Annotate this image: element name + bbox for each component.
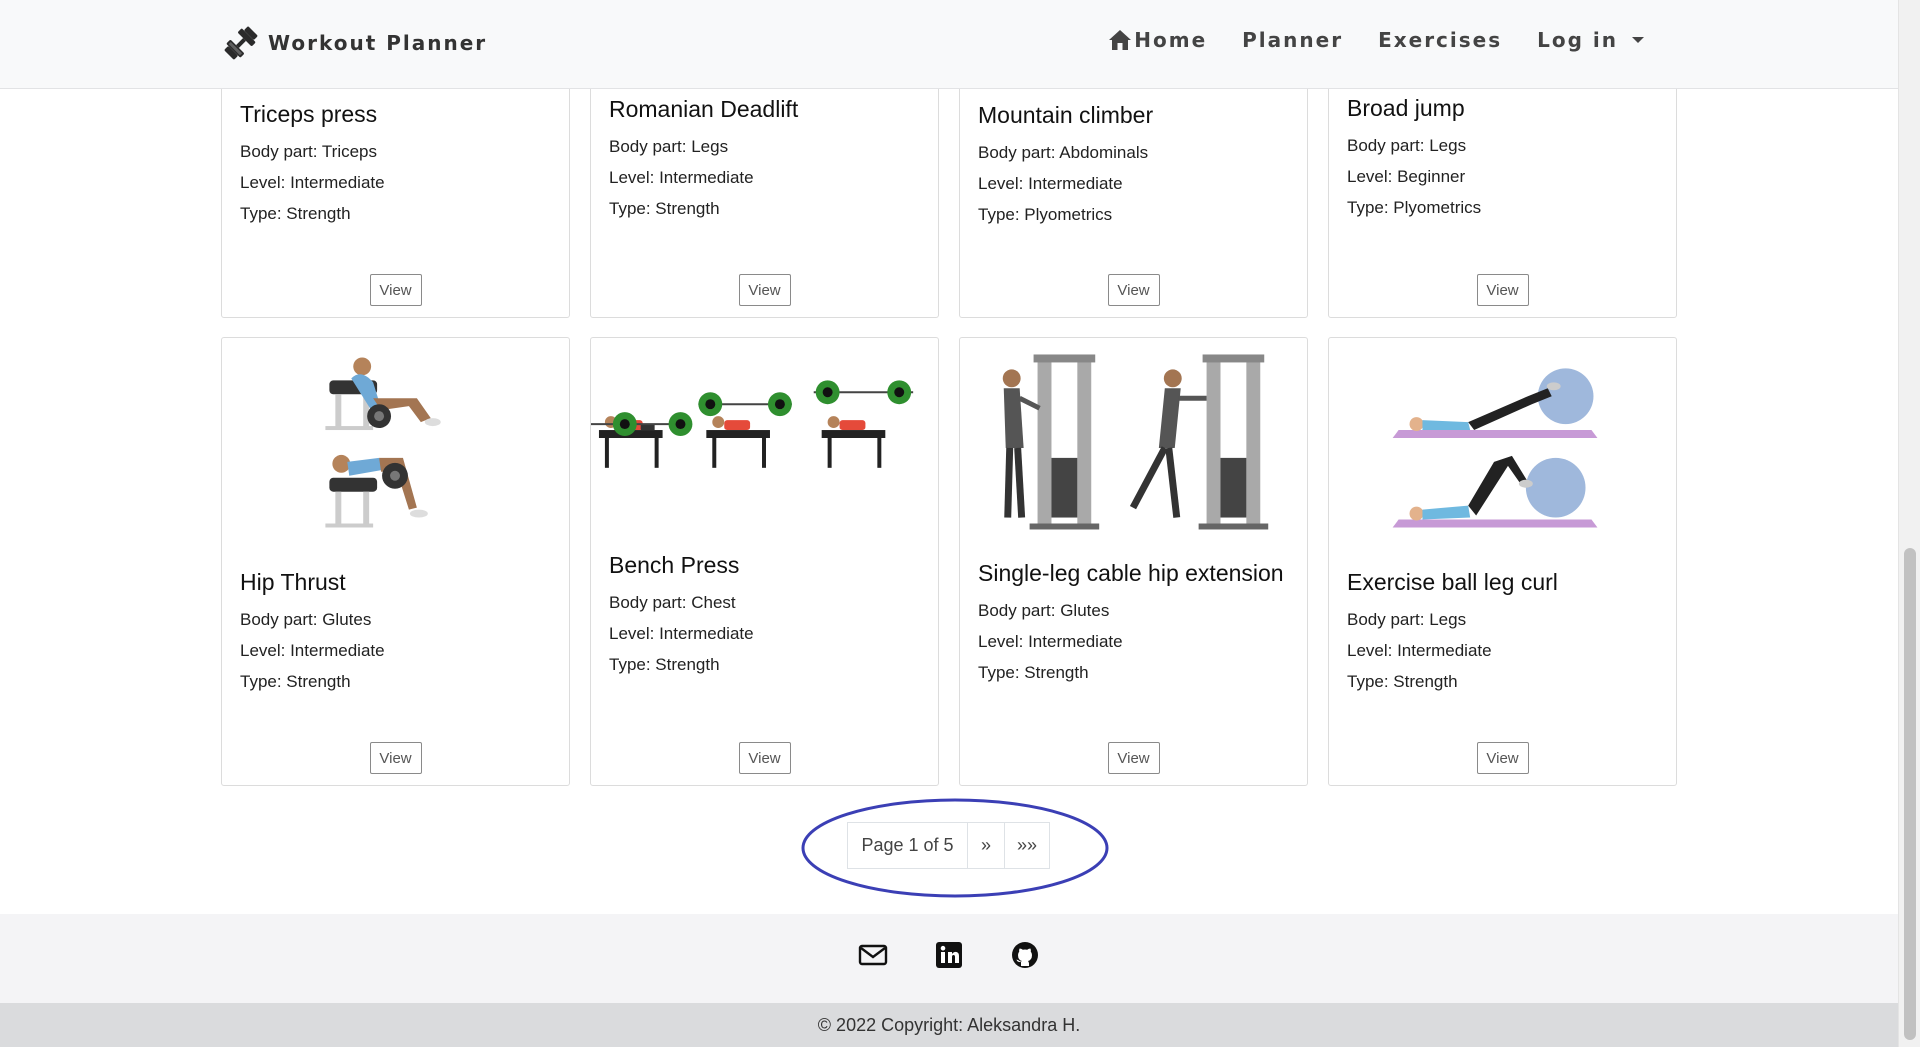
card-type: Type: Strength [609,199,720,218]
hip-thrust-image [325,357,441,528]
card-title: Bench Press [609,552,740,578]
bench-press-image [591,380,914,468]
card-body-part: Body part: Legs [1347,610,1467,629]
exercise-card: Bench Press Body part: Chest Level: Inte… [590,337,939,786]
card-level: Level: Intermediate [609,168,754,187]
exercise-card: Exercise ball leg curl Body part: Legs L… [1328,337,1677,786]
nav-exercises-label: Exercises [1378,28,1503,52]
nav-home-label: Home [1134,28,1208,52]
card-body-part: Body part: Glutes [978,601,1110,620]
nav-planner[interactable]: Planner [1242,28,1343,52]
card-type: Type: Strength [978,663,1089,682]
nav-exercises[interactable]: Exercises [1378,28,1502,52]
card-level: Level: Intermediate [978,632,1123,651]
view-button[interactable]: View [1476,742,1529,774]
page-info: Page 1 of 5 [847,822,968,869]
card-title: Mountain climber [978,102,1154,128]
card-level: Level: Intermediate [240,641,385,660]
next-page-button[interactable]: » [967,822,1005,869]
nav-home[interactable]: Home [1108,28,1207,52]
brand-link[interactable]: Workout Planner [220,22,487,64]
brand-name: Workout Planner [268,31,488,55]
footer-social-links [0,940,1898,970]
card-body-part: Body part: Legs [1347,136,1467,155]
home-icon [1109,30,1132,50]
card-body-part: Body part: Abdominals [978,143,1149,162]
navbar: Workout Planner Home Planner Exercises L… [0,0,1898,89]
scrollbar-thumb[interactable] [1904,548,1916,1040]
view-button[interactable]: View [1476,274,1529,306]
chevron-down-icon [1632,37,1644,43]
card-level: Level: Intermediate [240,173,385,192]
exercise-card: Hip Thrust Body part: Glutes Level: Inte… [221,337,570,786]
card-type: Type: Plyometrics [978,205,1113,224]
nav-login-dropdown[interactable]: Log in [1537,28,1644,52]
nav-planner-label: Planner [1242,28,1344,52]
last-page-button[interactable]: »» [1004,822,1050,869]
card-title: Exercise ball leg curl [1347,569,1558,595]
card-type: Type: Plyometrics [1347,198,1482,217]
page: Workout Planner Home Planner Exercises L… [0,0,1898,1047]
card-level: Level: Intermediate [978,174,1123,193]
card-title: Hip Thrust [240,569,346,595]
ball-leg-curl-image [1392,368,1598,528]
main-nav: Home Planner Exercises Log in [1073,28,1644,52]
exercise-card: Single-leg cable hip extension Body part… [959,337,1308,786]
view-button[interactable]: View [738,742,791,774]
card-type: Type: Strength [609,655,720,674]
card-level: Level: Intermediate [1347,641,1492,660]
envelope-icon[interactable] [858,940,888,970]
view-button[interactable]: View [1107,274,1160,306]
card-body-part: Body part: Glutes [240,610,372,629]
card-body-part: Body part: Legs [609,137,729,156]
card-title: Broad jump [1347,95,1465,121]
card-level: Level: Beginner [1347,167,1466,186]
card-title: Single-leg cable hip extension [978,560,1284,586]
view-button[interactable]: View [738,274,791,306]
dumbbell-icon [224,26,258,60]
card-level: Level: Intermediate [609,624,754,643]
card-title: Romanian Deadlift [609,96,799,122]
card-type: Type: Strength [240,672,351,691]
github-icon[interactable] [1010,940,1040,970]
view-button[interactable]: View [369,274,422,306]
card-body-part: Body part: Triceps [240,142,378,161]
copyright-bar: © 2022 Copyright: Aleksandra H. [0,1003,1898,1047]
view-button[interactable]: View [1107,742,1160,774]
card-body-part: Body part: Chest [609,593,736,612]
nav-login-label: Log in [1537,28,1618,52]
scrollbar[interactable] [1898,0,1920,1047]
card-type: Type: Strength [1347,672,1458,691]
view-button[interactable]: View [369,742,422,774]
pagination: Page 1 of 5 » »» [847,822,1050,869]
linkedin-icon[interactable] [934,940,964,970]
card-type: Type: Strength [240,204,351,223]
copyright-text: © 2022 Copyright: Aleksandra H. [817,1014,1081,1035]
cable-hip-extension-image [1002,354,1269,530]
card-title: Triceps press [240,101,378,127]
